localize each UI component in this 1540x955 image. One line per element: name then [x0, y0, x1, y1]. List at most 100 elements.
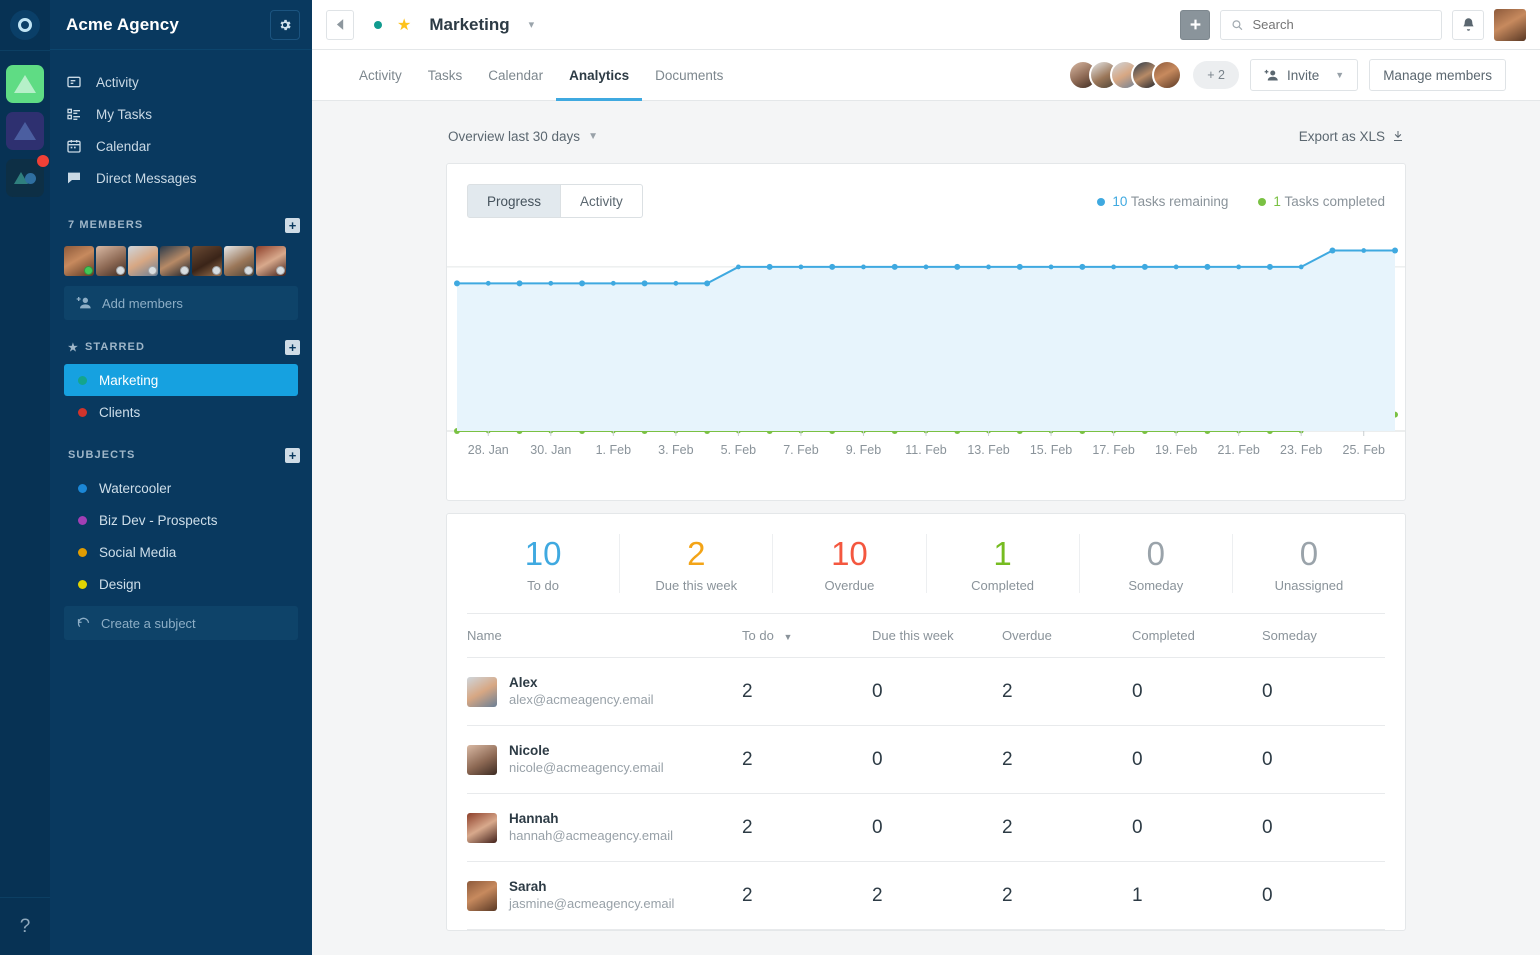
stat-label: Due this week — [655, 578, 738, 593]
tab-calendar[interactable]: Calendar — [475, 50, 556, 101]
search-box[interactable] — [1220, 9, 1442, 40]
invite-label: Invite — [1286, 67, 1320, 83]
manage-members-button[interactable]: Manage members — [1369, 59, 1506, 91]
member-avatar-3[interactable] — [128, 246, 158, 276]
legend-dot-icon — [1097, 198, 1106, 206]
tab-documents[interactable]: Documents — [642, 50, 736, 101]
cell-due: 0 — [872, 725, 1002, 794]
cell-completed: 0 — [1132, 793, 1262, 862]
sidebar-item-social-media[interactable]: Social Media — [64, 536, 298, 568]
column-header-someday[interactable]: Someday — [1262, 614, 1385, 658]
column-header-overdue[interactable]: Overdue — [1002, 614, 1132, 658]
manage-members-label: Manage members — [1383, 67, 1492, 83]
tab-tasks[interactable]: Tasks — [415, 50, 476, 101]
cell-someday: 0 — [1262, 657, 1385, 726]
column-header-due-this-week[interactable]: Due this week — [872, 614, 1002, 658]
table-row[interactable]: Nicole nicole@acmeagency.email 2 0 2 0 0 — [467, 725, 1385, 794]
main-area: ★ Marketing ▾ Search Activity Tasks Cale… — [312, 0, 1540, 955]
table-row[interactable]: Hannah hannah@acmeagency.email 2 0 2 0 0 — [467, 793, 1385, 862]
sort-desc-icon: ▼ — [783, 632, 793, 642]
member-avatar-stack[interactable] — [1068, 60, 1183, 90]
add-subject-button[interactable]: + — [285, 447, 300, 463]
add-starred-button[interactable]: + — [285, 339, 300, 355]
download-icon — [1394, 131, 1402, 141]
star-icon[interactable]: ★ — [397, 15, 411, 35]
legend-label: Tasks completed — [1284, 194, 1385, 209]
app-logo[interactable] — [0, 0, 50, 50]
date-range-selector[interactable]: Overview last 30 days ▼ — [448, 129, 598, 144]
workspace-tile-green[interactable] — [6, 65, 44, 103]
help-label: ? — [19, 915, 31, 937]
member-avatar-5[interactable] — [192, 246, 222, 276]
page-title: Marketing — [429, 14, 510, 34]
triangle-icon — [14, 75, 36, 93]
stat-label: To do — [527, 578, 559, 593]
starred-title: STARRED — [84, 341, 146, 353]
cell-completed: 1 — [1132, 861, 1262, 930]
subject-dot-icon — [78, 515, 87, 525]
star-icon: ★ — [68, 341, 79, 354]
search-icon — [1232, 19, 1243, 30]
svg-text:25. Feb: 25. Feb — [1343, 443, 1385, 457]
sidebar-item-label: Direct Messages — [96, 170, 197, 186]
tab-activity[interactable]: Activity — [346, 50, 415, 101]
notifications-button[interactable] — [1452, 9, 1484, 40]
sidebar-item-label: Clients — [99, 404, 141, 420]
export-label: Export as XLS — [1298, 128, 1385, 144]
status-dot — [148, 266, 157, 275]
status-dot — [212, 266, 221, 275]
cell-someday: 0 — [1262, 793, 1385, 862]
cell-name: Sarah jasmine@acmeagency.email — [467, 861, 742, 930]
user-avatar[interactable] — [1494, 8, 1526, 41]
member-avatar-1[interactable] — [64, 246, 94, 276]
sidebar-item-activity[interactable]: Activity — [50, 66, 312, 98]
sidebar-item-biz-dev-prospects[interactable]: Biz Dev - Prospects — [64, 504, 298, 536]
back-button[interactable] — [326, 9, 354, 40]
add-member-button[interactable]: + — [285, 217, 300, 233]
tab-analytics[interactable]: Analytics — [556, 50, 643, 101]
chevron-down-icon: ▼ — [1335, 70, 1345, 80]
svg-text:15. Feb: 15. Feb — [1030, 443, 1072, 457]
cell-overdue: 2 — [1002, 861, 1132, 930]
tasks-icon — [67, 108, 80, 120]
create-subject-button[interactable]: Create a subject — [64, 606, 298, 640]
sidebar-item-watercooler[interactable]: Watercooler — [64, 472, 298, 504]
search-input[interactable] — [1252, 17, 1431, 32]
stat-overdue: 10 Overdue — [773, 534, 927, 593]
sidebar-item-design[interactable]: Design — [64, 568, 298, 600]
workspace-tile-purple[interactable] — [6, 112, 44, 150]
member-avatar-4[interactable] — [160, 246, 190, 276]
sidebar-item-marketing[interactable]: Marketing — [64, 364, 298, 396]
table-row[interactable]: Alex alex@acmeagency.email 2 0 2 0 0 — [467, 657, 1385, 726]
member-avatar-7[interactable] — [256, 246, 286, 276]
members-table-head: Name To do ▼ Due this week Overdue Compl… — [467, 614, 1385, 658]
analytics-toolbar: Overview last 30 days ▼ Export as XLS — [446, 121, 1406, 151]
member-avatar-6[interactable] — [224, 246, 254, 276]
sidebar-item-calendar[interactable]: Calendar — [50, 130, 312, 162]
settings-button[interactable] — [270, 9, 300, 40]
help-button[interactable]: ? — [0, 897, 50, 955]
workspace-tile-dark[interactable] — [6, 155, 49, 197]
invite-button[interactable]: Invite ▼ — [1249, 59, 1359, 91]
column-header-name[interactable]: Name — [467, 614, 742, 658]
sidebar-item-clients[interactable]: Clients — [64, 396, 298, 428]
add-button[interactable] — [1180, 9, 1210, 40]
table-row[interactable]: Sarah jasmine@acmeagency.email 2 2 2 1 0 — [467, 861, 1385, 930]
sidebar-item-label: My Tasks — [96, 106, 153, 122]
svg-text:21. Feb: 21. Feb — [1217, 443, 1259, 457]
more-members-badge[interactable]: + 2 — [1193, 61, 1239, 89]
sidebar-item-direct-messages[interactable]: Direct Messages — [50, 162, 312, 194]
chart-tab-activity[interactable]: Activity — [561, 184, 643, 218]
subject-dot-icon — [78, 547, 87, 557]
export-xls-button[interactable]: Export as XLS — [1299, 129, 1404, 144]
column-header-completed[interactable]: Completed — [1132, 614, 1262, 658]
chart-tab-progress[interactable]: Progress — [467, 184, 562, 218]
member-avatar-2[interactable] — [96, 246, 126, 276]
tab-label: Tasks — [427, 67, 463, 83]
column-header-todo[interactable]: To do ▼ — [742, 614, 872, 658]
project-dot-icon — [78, 407, 87, 417]
sidebar-item-label: Social Media — [99, 544, 177, 560]
chevron-down-icon[interactable]: ▾ — [529, 18, 535, 31]
add-members-input[interactable]: Add members — [64, 286, 298, 320]
sidebar-item-my-tasks[interactable]: My Tasks — [50, 98, 312, 130]
